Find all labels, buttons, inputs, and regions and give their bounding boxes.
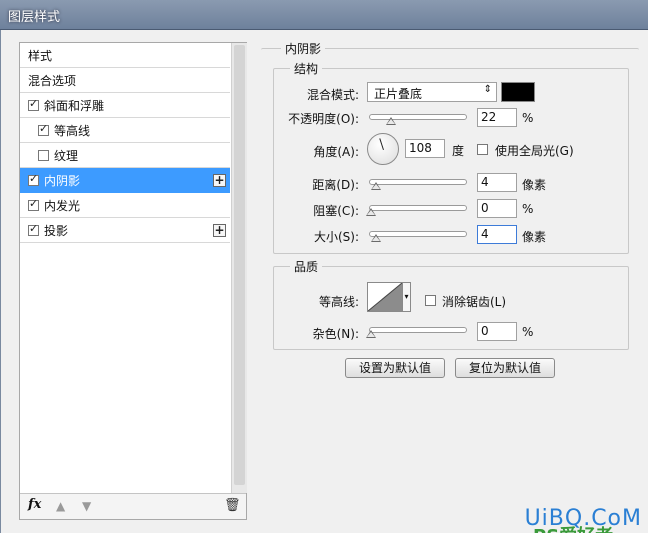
reset-default-button[interactable]: 复位为默认值: [455, 358, 555, 378]
styles-list-panel: 样式混合选项斜面和浮雕等高线纹理内阴影 + 内发光投影 + fx ▲ ▼ 🗑: [19, 42, 247, 520]
style-item-label: 投影: [44, 223, 69, 238]
distance-label: 距离(D):: [312, 178, 359, 192]
contour-picker[interactable]: [367, 282, 403, 312]
contour-label: 等高线:: [318, 295, 359, 309]
distance-slider-thumb[interactable]: [371, 182, 381, 190]
move-up-icon[interactable]: ▲: [56, 499, 65, 513]
style-item[interactable]: 样式: [20, 43, 230, 68]
style-item-label: 纹理: [54, 148, 79, 163]
styles-list-footer: fx ▲ ▼ 🗑: [20, 493, 246, 519]
choke-input[interactable]: 0: [477, 199, 517, 218]
fx-menu-icon[interactable]: fx: [28, 497, 41, 512]
size-slider[interactable]: [369, 231, 467, 242]
choke-slider[interactable]: [366, 205, 467, 216]
style-item[interactable]: 纹理: [20, 143, 230, 168]
anti-alias-label: 消除锯齿(L): [442, 295, 507, 309]
choke-unit: %: [522, 202, 534, 216]
noise-unit: %: [522, 325, 534, 339]
opacity-input[interactable]: 22: [477, 108, 517, 127]
style-item[interactable]: 内阴影 +: [20, 168, 230, 193]
contour-linear-icon: [367, 282, 403, 312]
style-item-checkbox[interactable]: [28, 172, 39, 186]
blend-mode-label: 混合模式:: [306, 88, 359, 102]
chevron-updown-icon: ⇕: [483, 84, 492, 95]
style-item-checkbox[interactable]: [28, 97, 39, 111]
style-item[interactable]: 内发光: [20, 193, 230, 218]
angle-dial-needle: [379, 138, 384, 150]
anti-alias-checkbox[interactable]: [425, 295, 436, 306]
angle-label: 角度(A):: [313, 145, 359, 159]
move-down-icon[interactable]: ▼: [82, 499, 91, 513]
shadow-color-swatch[interactable]: [501, 82, 535, 102]
style-item-checkbox[interactable]: [38, 122, 49, 136]
style-item-label: 等高线: [54, 123, 91, 138]
noise-slider[interactable]: [366, 327, 467, 338]
distance-unit: 像素: [522, 178, 547, 192]
styles-list-scrollbar[interactable]: [231, 43, 247, 493]
style-item-label: 内阴影: [44, 173, 81, 188]
noise-slider-thumb[interactable]: [366, 330, 376, 338]
choke-label: 阻塞(C):: [313, 204, 359, 218]
distance-input[interactable]: 4: [477, 173, 517, 192]
window-title: 图层样式: [8, 10, 61, 25]
global-light-label: 使用全局光(G): [495, 144, 574, 158]
watermark-site-text: UiBQ.CoM: [524, 506, 642, 531]
distance-slider[interactable]: [369, 179, 467, 190]
angle-unit: 度: [452, 144, 465, 158]
noise-input[interactable]: 0: [477, 322, 517, 341]
style-item-checkbox[interactable]: [28, 197, 39, 211]
blend-mode-select[interactable]: 正片叠底 ⇕: [367, 82, 497, 102]
title-bar: 图层样式: [0, 0, 648, 30]
size-slider-thumb[interactable]: [371, 234, 381, 242]
choke-slider-thumb[interactable]: [366, 208, 376, 216]
add-effect-icon[interactable]: +: [213, 174, 226, 187]
style-item-label: 混合选项: [28, 73, 77, 88]
angle-input[interactable]: 108: [405, 139, 445, 158]
style-item[interactable]: 等高线: [20, 118, 230, 143]
section-title: 内阴影: [281, 40, 326, 57]
style-item[interactable]: 斜面和浮雕: [20, 93, 230, 118]
size-input[interactable]: 4: [477, 225, 517, 244]
style-item[interactable]: 投影 +: [20, 218, 230, 243]
contour-dropdown-arrow[interactable]: ▾: [403, 282, 411, 312]
style-item-label: 斜面和浮雕: [44, 98, 105, 113]
style-item-checkbox[interactable]: [28, 222, 39, 236]
noise-label: 杂色(N):: [312, 327, 359, 341]
style-item-checkbox[interactable]: [38, 149, 49, 161]
angle-dial[interactable]: [367, 133, 399, 165]
size-label: 大小(S):: [313, 230, 359, 244]
size-unit: 像素: [522, 230, 547, 244]
layer-style-dialog: 样式混合选项斜面和浮雕等高线纹理内阴影+内发光投影+ fx ▲ ▼ 🗑 内阴影 …: [0, 30, 648, 533]
opacity-slider-thumb[interactable]: [386, 117, 396, 125]
delete-effect-icon[interactable]: 🗑: [224, 498, 241, 513]
styles-list: 样式混合选项斜面和浮雕等高线纹理内阴影 + 内发光投影 +: [20, 43, 230, 483]
style-item-label: 内发光: [44, 198, 81, 213]
opacity-slider[interactable]: [369, 114, 467, 125]
style-item[interactable]: 混合选项: [20, 68, 230, 93]
global-light-checkbox[interactable]: [477, 144, 488, 155]
scrollbar-thumb[interactable]: [234, 45, 245, 485]
add-effect-icon[interactable]: +: [213, 224, 226, 237]
style-item-label: 样式: [28, 48, 53, 63]
quality-group-title: 品质: [290, 258, 323, 275]
make-default-button[interactable]: 设置为默认值: [345, 358, 445, 378]
structure-group-title: 结构: [290, 60, 323, 77]
opacity-label: 不透明度(O):: [288, 112, 359, 126]
blend-mode-value: 正片叠底: [374, 87, 423, 101]
opacity-unit: %: [522, 111, 534, 125]
